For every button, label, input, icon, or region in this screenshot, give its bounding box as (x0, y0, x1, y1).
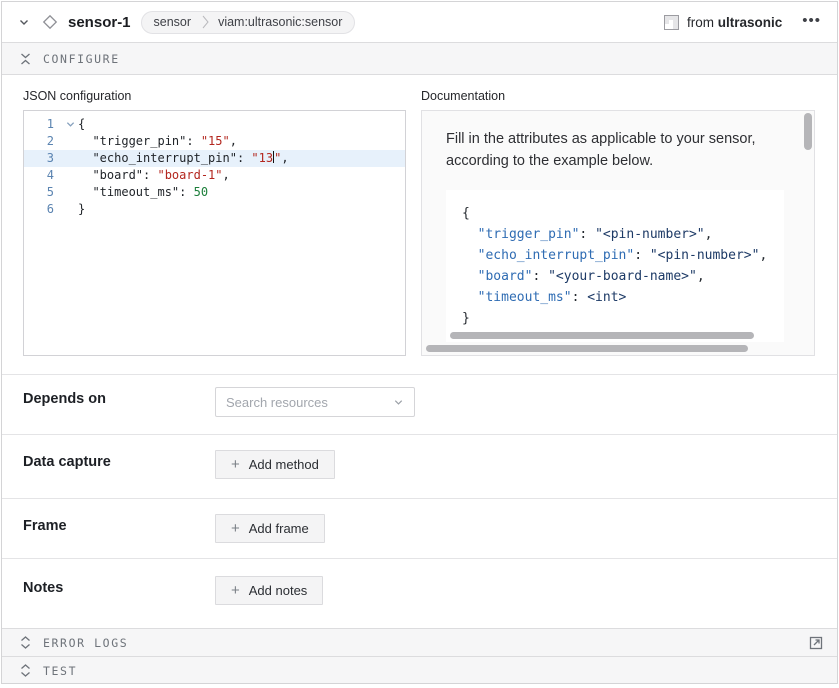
add-method-button[interactable]: + Add method (215, 450, 335, 479)
collapse-section-icon[interactable] (20, 53, 31, 65)
plus-icon: + (231, 457, 240, 472)
code-text: "timeout_ms": 50 (78, 184, 208, 201)
documentation-label: Documentation (421, 89, 815, 103)
notes-row: Notes + Add notes (2, 558, 837, 628)
fold-gutter (62, 201, 78, 218)
line-number: 5 (24, 184, 62, 201)
code-text: { (78, 116, 85, 133)
component-card: sensor-1 sensor viam:ultrasonic:sensor f… (1, 1, 838, 684)
add-notes-button[interactable]: + Add notes (215, 576, 323, 605)
plus-icon: + (231, 583, 240, 598)
editor-line[interactable]: 2 "trigger_pin": "15", (24, 133, 405, 150)
configure-content: JSON configuration 1{2 "trigger_pin": "1… (2, 75, 837, 374)
doc-code-line: "trigger_pin": "<pin-number>", (462, 224, 768, 245)
module-name: ultrasonic (718, 15, 783, 30)
sensor-diamond-icon (42, 14, 58, 30)
fold-gutter (62, 167, 78, 184)
fold-gutter (62, 150, 78, 167)
module-icon (664, 15, 679, 30)
configure-section-bar[interactable]: CONFIGURE (2, 42, 837, 75)
doc-code-line: "timeout_ms": <int> (462, 287, 768, 308)
open-external-icon[interactable] (809, 636, 823, 650)
component-name: sensor-1 (68, 14, 131, 31)
json-config-label: JSON configuration (23, 89, 406, 103)
test-section-label: TEST (43, 664, 77, 678)
line-number: 1 (24, 116, 62, 133)
doc-code-line: } (462, 308, 768, 329)
fold-gutter (62, 184, 78, 201)
from-label: from (687, 15, 714, 30)
error-logs-section-bar[interactable]: ERROR LOGS (2, 628, 837, 656)
component-model-badge: viam:ultrasonic:sensor (210, 15, 354, 29)
notes-label: Notes (23, 580, 215, 628)
line-number: 6 (24, 201, 62, 218)
line-number: 4 (24, 167, 62, 184)
doc-horizontal-scrollbar[interactable] (426, 345, 748, 352)
chevron-right-icon (201, 13, 210, 31)
fold-gutter (62, 133, 78, 150)
code-horizontal-scrollbar[interactable] (450, 332, 754, 339)
collapse-chevron-icon[interactable] (18, 16, 30, 28)
add-frame-button[interactable]: + Add frame (215, 514, 325, 543)
depends-on-row: Depends on Search resources (2, 374, 837, 434)
data-capture-row: Data capture + Add method (2, 434, 837, 498)
test-section-bar[interactable]: TEST (2, 656, 837, 684)
ellipsis-menu-icon[interactable]: ••• (800, 11, 823, 34)
plus-icon: + (231, 521, 240, 536)
editor-line[interactable]: 1{ (24, 116, 405, 133)
component-type-breadcrumb: sensor viam:ultrasonic:sensor (141, 11, 356, 34)
expand-section-icon[interactable] (20, 636, 31, 649)
chevron-down-icon (393, 397, 404, 408)
doc-code-line: { (462, 203, 768, 224)
editor-line[interactable]: 3 "echo_interrupt_pin": "13", (24, 150, 405, 167)
module-source: from ultrasonic (664, 15, 782, 30)
fold-chevron-icon[interactable] (62, 116, 78, 133)
depends-on-select[interactable]: Search resources (215, 387, 415, 417)
editor-line[interactable]: 6} (24, 201, 405, 218)
doc-code-line: "board": "<your-board-name>", (462, 266, 768, 287)
expand-section-icon[interactable] (20, 664, 31, 677)
line-number: 3 (24, 150, 62, 167)
add-method-button-label: Add method (249, 457, 319, 472)
component-type-badge: sensor (142, 15, 202, 29)
editor-line[interactable]: 5 "timeout_ms": 50 (24, 184, 405, 201)
documentation-panel: Fill in the attributes as applicable to … (421, 110, 815, 356)
line-number: 2 (24, 133, 62, 150)
add-notes-button-label: Add notes (249, 583, 308, 598)
depends-on-label: Depends on (23, 391, 215, 434)
documentation-code-example: { "trigger_pin": "<pin-number>", "echo_i… (446, 190, 784, 342)
code-text: } (78, 201, 85, 218)
doc-code-line: "echo_interrupt_pin": "<pin-number>", (462, 245, 768, 266)
code-text: "board": "board-1", (78, 167, 230, 184)
configure-section-label: CONFIGURE (43, 52, 120, 66)
error-logs-section-label: ERROR LOGS (43, 636, 128, 650)
code-text: "echo_interrupt_pin": "13", (78, 150, 289, 167)
component-header: sensor-1 sensor viam:ultrasonic:sensor f… (2, 2, 837, 42)
depends-on-placeholder: Search resources (226, 395, 393, 410)
code-text: "trigger_pin": "15", (78, 133, 237, 150)
documentation-intro: Fill in the attributes as applicable to … (446, 128, 778, 173)
frame-label: Frame (23, 518, 215, 558)
frame-row: Frame + Add frame (2, 498, 837, 558)
editor-line[interactable]: 4 "board": "board-1", (24, 167, 405, 184)
data-capture-label: Data capture (23, 454, 215, 498)
add-frame-button-label: Add frame (249, 521, 309, 536)
json-config-editor[interactable]: 1{2 "trigger_pin": "15",3 "echo_interrup… (23, 110, 406, 356)
doc-vertical-scrollbar[interactable] (804, 113, 812, 150)
